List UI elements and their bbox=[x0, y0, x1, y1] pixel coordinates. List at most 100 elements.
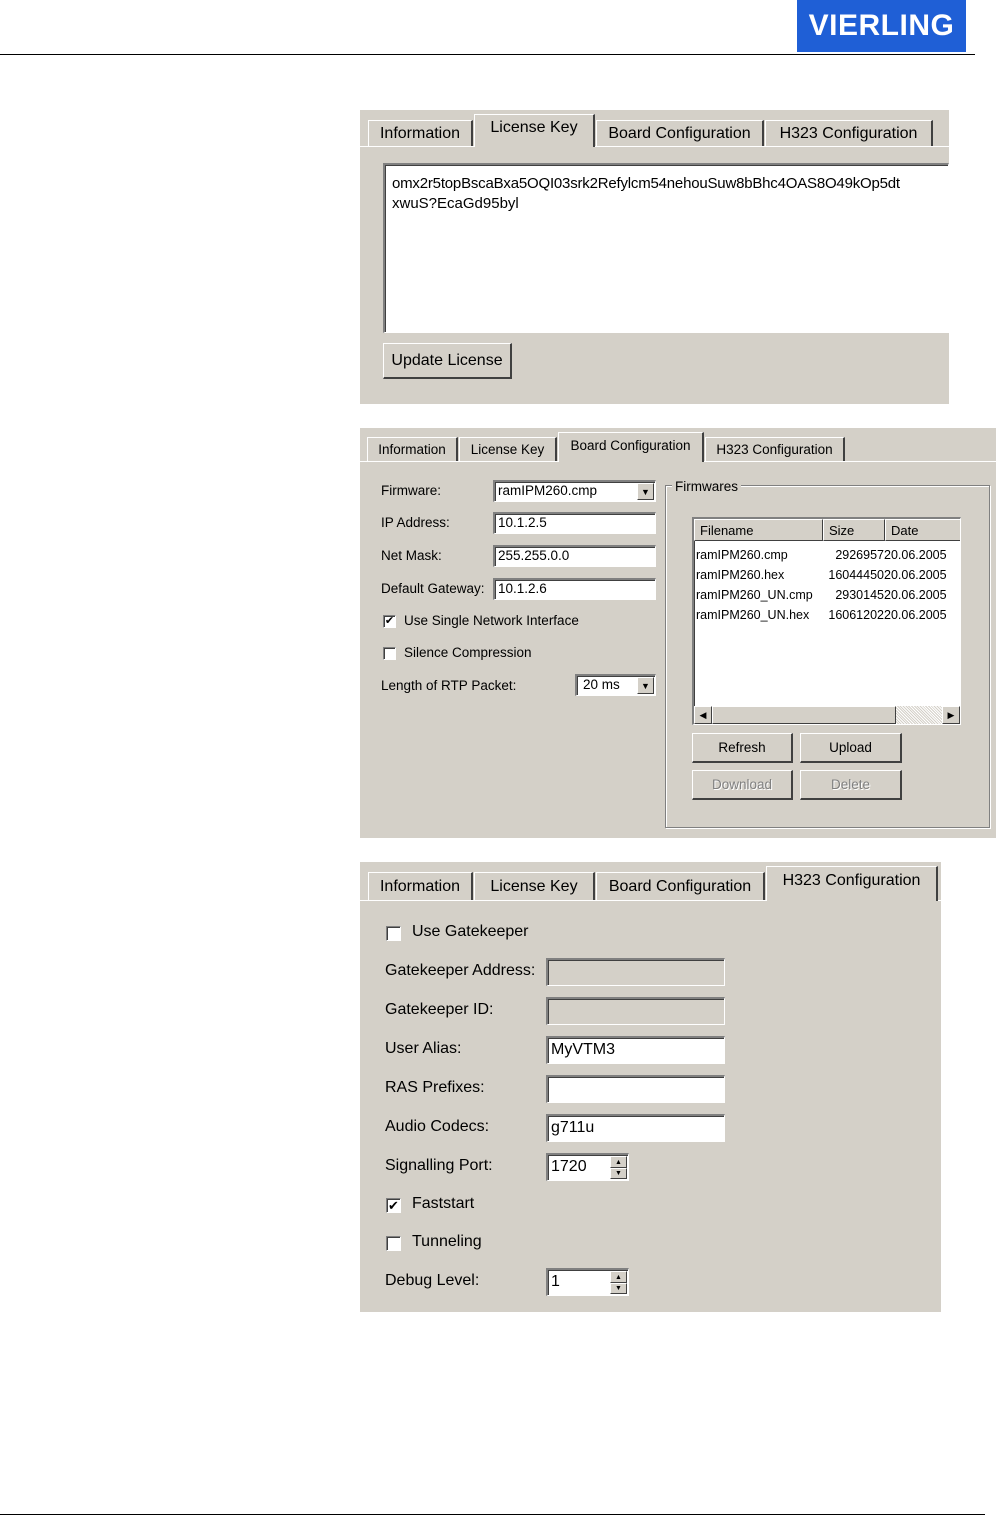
license-key-textarea[interactable]: omx2r5topBscaBxa5OQI03srk2Refylcm54nehou… bbox=[383, 163, 949, 333]
size-cell: 2926957 bbox=[835, 548, 884, 562]
signalling-port-label: Signalling Port: bbox=[385, 1157, 493, 1174]
tab-h323-configuration[interactable]: H323 Configuration bbox=[705, 437, 845, 461]
use-gatekeeper-checkbox[interactable] bbox=[386, 926, 401, 941]
single-network-interface-label: Use Single Network Interface bbox=[404, 613, 579, 628]
firmware-dropdown-value: ramIPM260.cmp bbox=[498, 483, 598, 498]
tab-license-key[interactable]: License Key bbox=[459, 437, 557, 461]
table-row[interactable]: ramIPM260.hex 1604445020.06.2005 bbox=[696, 568, 947, 582]
tab-board-configuration[interactable]: Board Configuration bbox=[558, 432, 704, 462]
table-row[interactable]: ramIPM260_UN.cmp 293014520.06.2005 bbox=[696, 588, 947, 602]
tab-label: Information bbox=[379, 877, 461, 895]
gatekeeper-id-input[interactable] bbox=[546, 997, 725, 1025]
user-alias-value: MyVTM3 bbox=[551, 1041, 615, 1058]
gatekeeper-address-input[interactable] bbox=[546, 958, 725, 986]
tab-board-configuration[interactable]: Board Configuration bbox=[596, 120, 764, 146]
ip-address-input[interactable]: 10.1.2.5 bbox=[493, 512, 656, 534]
download-button[interactable]: Download bbox=[692, 770, 793, 800]
scroll-right-icon[interactable]: ▶ bbox=[942, 706, 960, 724]
column-header-date[interactable]: Date bbox=[885, 519, 960, 541]
upload-button[interactable]: Upload bbox=[800, 733, 902, 763]
default-gateway-value: 10.1.2.6 bbox=[498, 581, 547, 596]
tab-information[interactable]: Information bbox=[368, 872, 473, 900]
spin-up-icon[interactable]: ▲ bbox=[610, 1271, 627, 1283]
tab-label: License Key bbox=[490, 877, 578, 895]
signalling-port-value: 1720 bbox=[551, 1158, 587, 1175]
spin-down-icon[interactable]: ▼ bbox=[610, 1168, 627, 1179]
spin-up-icon[interactable]: ▲ bbox=[610, 1156, 627, 1168]
button-label: Upload bbox=[829, 740, 872, 755]
chevron-down-icon[interactable]: ▼ bbox=[637, 483, 654, 500]
tunneling-checkbox[interactable] bbox=[386, 1236, 401, 1251]
tab-license-key[interactable]: License Key bbox=[474, 114, 595, 147]
audio-codecs-label: Audio Codecs: bbox=[385, 1118, 490, 1135]
tab-information[interactable]: Information bbox=[368, 120, 473, 146]
size-cell: 2930145 bbox=[835, 588, 884, 602]
table-row[interactable]: ramIPM260_UN.hex 1606120220.06.2005 bbox=[696, 608, 947, 622]
ras-prefixes-input[interactable] bbox=[546, 1075, 725, 1103]
tunneling-label: Tunneling bbox=[412, 1233, 482, 1250]
audio-codecs-input[interactable]: g711u bbox=[546, 1114, 725, 1142]
column-header-label: Size bbox=[829, 522, 855, 538]
signalling-port-spinner[interactable]: 1720 ▲ ▼ bbox=[546, 1153, 629, 1181]
tab-label: H323 Configuration bbox=[716, 442, 833, 457]
net-mask-input[interactable]: 255.255.0.0 bbox=[493, 545, 656, 567]
user-alias-label: User Alias: bbox=[385, 1040, 462, 1057]
default-gateway-input[interactable]: 10.1.2.6 bbox=[493, 578, 656, 600]
user-alias-input[interactable]: MyVTM3 bbox=[546, 1036, 725, 1064]
firmware-label: Firmware: bbox=[381, 483, 441, 498]
tab-information[interactable]: Information bbox=[367, 437, 458, 461]
tab-h323-configuration[interactable]: H323 Configuration bbox=[766, 866, 938, 901]
chevron-down-icon[interactable]: ▼ bbox=[637, 677, 654, 694]
update-license-button[interactable]: Update License bbox=[383, 343, 512, 379]
license-key-line-2: xwuS?EcaGd95byl bbox=[392, 195, 519, 212]
delete-button[interactable]: Delete bbox=[800, 770, 902, 800]
tab-label: Board Configuration bbox=[570, 438, 691, 453]
date-cell: 20.06.2005 bbox=[884, 608, 947, 622]
debug-level-value: 1 bbox=[551, 1273, 560, 1290]
license-key-line-1: omx2r5topBscaBxa5OQI03srk2Refylcm54nehou… bbox=[392, 175, 900, 192]
rtp-packet-length-label: Length of RTP Packet: bbox=[381, 678, 517, 693]
tab-board-configuration[interactable]: Board Configuration bbox=[596, 872, 765, 900]
default-gateway-label: Default Gateway: bbox=[381, 581, 485, 596]
filename-cell: ramIPM260_UN.hex bbox=[696, 608, 810, 622]
rtp-packet-length-dropdown[interactable]: 20 ms ▼ bbox=[575, 674, 656, 696]
firmwares-group-title: Firmwares bbox=[672, 479, 741, 494]
button-label: Refresh bbox=[718, 740, 766, 755]
tab-label: Board Configuration bbox=[608, 124, 751, 142]
button-label: Download bbox=[711, 777, 773, 792]
firmware-list[interactable]: Filename Size Date ramIPM260.cmp 29269572… bbox=[692, 517, 961, 725]
gatekeeper-address-label: Gatekeeper Address: bbox=[385, 962, 536, 979]
button-label: Delete bbox=[830, 777, 871, 792]
column-header-size[interactable]: Size bbox=[823, 519, 885, 541]
horizontal-scrollbar[interactable]: ◀ ▶ bbox=[694, 706, 960, 724]
board-configuration-panel: Information License Key Board Configurat… bbox=[360, 428, 996, 838]
refresh-button[interactable]: Refresh bbox=[692, 733, 793, 763]
tab-label: Information bbox=[378, 442, 446, 457]
debug-level-spinner[interactable]: 1 ▲ ▼ bbox=[546, 1268, 629, 1296]
tab-license-key[interactable]: License Key bbox=[474, 872, 595, 900]
ip-address-label: IP Address: bbox=[381, 515, 450, 530]
column-header-filename[interactable]: Filename bbox=[694, 519, 823, 541]
faststart-label: Faststart bbox=[412, 1195, 475, 1212]
table-row[interactable]: ramIPM260.cmp 292695720.06.2005 bbox=[696, 548, 947, 562]
single-network-interface-checkbox[interactable]: ✔ bbox=[383, 615, 396, 628]
tab-label: License Key bbox=[490, 119, 578, 136]
net-mask-label: Net Mask: bbox=[381, 548, 442, 563]
vierling-logo: VIERLING bbox=[797, 0, 966, 52]
header-rule bbox=[0, 54, 975, 55]
firmware-dropdown[interactable]: ramIPM260.cmp ▼ bbox=[493, 480, 656, 502]
tab-label: H323 Configuration bbox=[779, 124, 918, 142]
spin-down-icon[interactable]: ▼ bbox=[610, 1283, 627, 1294]
column-header-label: Filename bbox=[700, 522, 754, 538]
date-cell: 20.06.2005 bbox=[884, 548, 947, 562]
scrollbar-thumb[interactable] bbox=[712, 706, 896, 724]
tab-label: Board Configuration bbox=[608, 877, 752, 895]
tab-label: H323 Configuration bbox=[782, 872, 921, 889]
date-cell: 20.06.2005 bbox=[884, 568, 947, 582]
scroll-left-icon[interactable]: ◀ bbox=[694, 706, 712, 724]
faststart-checkbox[interactable]: ✔ bbox=[386, 1198, 401, 1213]
silence-compression-checkbox[interactable] bbox=[383, 647, 396, 660]
license-key-panel: Information License Key Board Configurat… bbox=[360, 110, 949, 404]
tab-h323-configuration[interactable]: H323 Configuration bbox=[765, 120, 933, 146]
size-cell: 16061202 bbox=[828, 608, 884, 622]
